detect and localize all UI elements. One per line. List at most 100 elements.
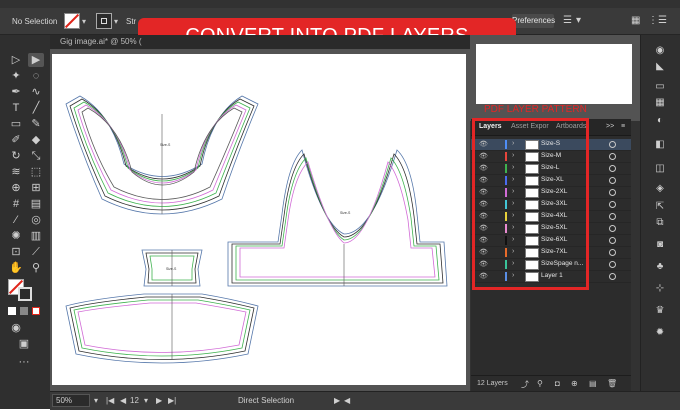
layers-dock-icon[interactable]: ◈ — [653, 183, 667, 195]
curvature-icon[interactable]: ∿ — [28, 85, 44, 99]
target-circle-icon[interactable] — [609, 225, 616, 232]
image-trace-icon[interactable]: ◙ — [653, 239, 667, 251]
layers-panel-footer: 12 Layers ⤴ ⚲ ◘ ⊕ ▤ 🗑 — [471, 375, 631, 392]
pen-tool-icon[interactable]: ✒ — [8, 85, 24, 99]
scale-tool-icon[interactable]: ⤡ — [28, 149, 44, 163]
canvas[interactable]: Size-S Size-S Size-S — [50, 49, 470, 391]
prev-artboard-icon[interactable]: ◀ — [120, 396, 126, 405]
shape-builder-icon[interactable]: ⊕ — [8, 181, 24, 195]
eraser-icon[interactable]: ◆ — [28, 133, 44, 147]
panel-menu-icon[interactable]: ≡ — [621, 123, 625, 130]
target-circle-icon[interactable] — [609, 237, 616, 244]
appearance-icon[interactable]: ◫ — [653, 163, 667, 175]
color-guide-icon[interactable]: ◉ — [653, 45, 667, 57]
align-icon[interactable]: ☰ — [563, 15, 572, 26]
pdf-layer-pattern-label: PDF LAYER PATTERN — [484, 104, 587, 115]
transparency-icon[interactable]: ◧ — [653, 139, 667, 151]
distribute-icon[interactable]: ⋮☰ — [648, 15, 667, 26]
selection-tool-icon[interactable]: ▷ — [8, 53, 24, 67]
artboard[interactable]: Size-S Size-S Size-S — [52, 54, 466, 385]
more-tools-icon[interactable]: ··· — [16, 355, 32, 369]
paintbrush-icon[interactable]: ✎ — [28, 117, 44, 131]
target-circle-icon[interactable] — [609, 201, 616, 208]
brushes-icon[interactable]: ▭ — [653, 81, 667, 93]
panel-expand-icon[interactable]: >> — [606, 123, 614, 130]
chevron-down-icon[interactable]: ▾ — [94, 396, 98, 405]
chevron-down-icon[interactable]: ▾ — [576, 15, 581, 26]
eyedropper-icon[interactable]: ⁄ — [8, 213, 24, 227]
transform-icon[interactable]: ⊹ — [653, 283, 667, 295]
target-circle-icon[interactable] — [609, 177, 616, 184]
chevron-down-icon[interactable]: ▾ — [82, 17, 86, 26]
direct-selection-tool-icon[interactable]: ▶ — [28, 53, 44, 67]
target-circle-icon[interactable] — [609, 189, 616, 196]
warp-tool-icon[interactable]: ≋ — [8, 165, 24, 179]
tools-panel: ▷ ▶ ✦ ◌ ✒ ∿ T ╱ ▭ ✎ ✐ ◆ ↻ ⤡ ≋ ⬚ ⊕ ⊞ # ▤ … — [0, 35, 50, 409]
type-tool-icon[interactable]: T — [8, 101, 24, 115]
artboard-number[interactable]: 12 — [130, 396, 139, 405]
first-artboard-icon[interactable]: |◀ — [106, 396, 114, 405]
locate-object-icon[interactable]: ⚲ — [537, 379, 543, 388]
artboard-edge — [476, 44, 632, 104]
target-circle-icon[interactable] — [609, 141, 616, 148]
gradient-mode-icon[interactable] — [20, 307, 28, 315]
last-artboard-icon[interactable]: ▶| — [168, 396, 176, 405]
export-icon[interactable]: ⤴ — [521, 379, 529, 390]
stroke-swatch[interactable] — [96, 13, 112, 29]
artboards-dock-icon[interactable]: ⧉ — [653, 217, 667, 229]
stroke-panel-icon[interactable]: ◐ — [653, 115, 667, 127]
target-circle-icon[interactable] — [609, 165, 616, 172]
rotate-tool-icon[interactable]: ↻ — [8, 149, 24, 163]
chevron-down-icon[interactable]: ▾ — [144, 396, 148, 405]
magic-wand-icon[interactable]: ✦ — [8, 69, 24, 83]
preferences-button[interactable]: Preferences — [512, 14, 555, 28]
illustrator-window: No Selection ▾ ▾ Str Preferences ☰ ▾ ▦ ⋮… — [0, 0, 680, 410]
swatches-icon[interactable]: ◣ — [653, 61, 667, 73]
free-transform-icon[interactable]: ⬚ — [28, 165, 44, 179]
slice-tool-icon[interactable]: ⟋ — [28, 245, 44, 259]
new-sublayer-icon[interactable]: ⊕ — [571, 379, 578, 388]
export-dock-icon[interactable]: ⇱ — [653, 201, 667, 213]
target-circle-icon[interactable] — [609, 273, 616, 280]
arrange-icon[interactable]: ▦ — [631, 15, 640, 26]
club-symbol-icon[interactable]: ♣ — [653, 261, 667, 273]
gradient-tool-icon[interactable]: ▤ — [28, 197, 44, 211]
next-artboard-icon[interactable]: ▶ — [156, 396, 162, 405]
target-circle-icon[interactable] — [609, 213, 616, 220]
graph-tool-icon[interactable]: ▥ — [28, 229, 44, 243]
clipping-mask-icon[interactable]: ◘ — [555, 379, 560, 388]
gear-icon[interactable]: ✹ — [653, 327, 667, 339]
delete-icon[interactable]: 🗑 — [607, 379, 617, 388]
lasso-icon[interactable]: ◌ — [28, 69, 44, 83]
blend-tool-icon[interactable]: ◎ — [28, 213, 44, 227]
color-mode-icon[interactable] — [8, 307, 16, 315]
chevron-down-icon[interactable]: ▾ — [114, 17, 118, 26]
stroke-color-icon[interactable] — [18, 287, 32, 301]
piece-label: Size-S — [166, 267, 177, 271]
target-circle-icon[interactable] — [609, 249, 616, 256]
mesh-tool-icon[interactable]: # — [8, 197, 24, 211]
status-forward-icon[interactable]: ▶ — [334, 396, 340, 405]
rectangle-tool-icon[interactable]: ▭ — [8, 117, 24, 131]
puppet-warp-icon[interactable]: ♛ — [653, 305, 667, 317]
zoom-tool-icon[interactable]: ⚲ — [28, 261, 44, 275]
stroke-label[interactable]: Str — [126, 17, 136, 26]
artboard-tool-icon[interactable]: ⊡ — [8, 245, 24, 259]
fill-swatch[interactable] — [64, 13, 80, 29]
symbols-icon[interactable]: ▦ — [653, 97, 667, 109]
perspective-grid-icon[interactable]: ⊞ — [28, 181, 44, 195]
piece-label: Size-S — [160, 143, 171, 147]
status-back-icon[interactable]: ◀ — [344, 396, 350, 405]
none-mode-icon[interactable] — [32, 307, 40, 315]
zoom-value: 50% — [56, 396, 73, 405]
shaper-icon[interactable]: ✐ — [8, 133, 24, 147]
target-circle-icon[interactable] — [609, 153, 616, 160]
hand-tool-icon[interactable]: ✋ — [8, 261, 24, 275]
screen-mode-icon[interactable]: ▣ — [16, 337, 32, 351]
document-tab[interactable]: Gig image.ai* @ 50% ( — [50, 35, 470, 49]
line-tool-icon[interactable]: ╱ — [28, 101, 44, 115]
new-layer-icon[interactable]: ▤ — [589, 379, 597, 388]
target-circle-icon[interactable] — [609, 261, 616, 268]
symbol-sprayer-icon[interactable]: ✺ — [8, 229, 24, 243]
draw-mode-icon[interactable]: ◉ — [8, 321, 24, 335]
